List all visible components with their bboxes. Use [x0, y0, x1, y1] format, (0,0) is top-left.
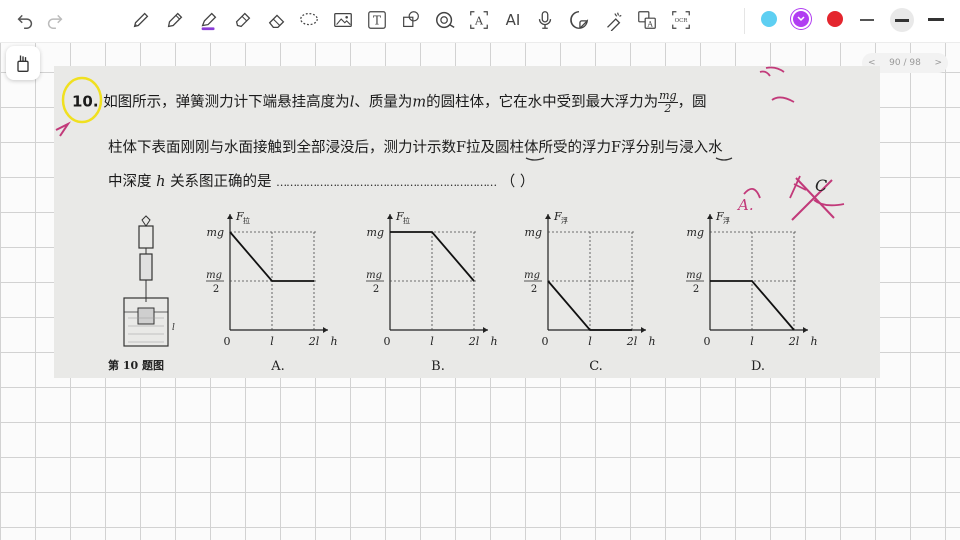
x-axis-arrow	[641, 327, 646, 333]
translate-icon[interactable]: A	[634, 7, 660, 33]
underline-f-fu	[715, 157, 733, 161]
svg-text:A: A	[474, 15, 484, 28]
color-cyan-swatch[interactable]	[761, 11, 777, 27]
option-label-d: D.	[751, 359, 765, 374]
x-axis-label: h	[330, 335, 337, 348]
y-axis-arrow	[387, 214, 393, 219]
shape-icon[interactable]	[398, 7, 424, 33]
toolbar: T A AI A OCR	[0, 0, 960, 43]
x-axis-arrow	[803, 327, 808, 333]
y-tick-half-num: mg	[366, 270, 382, 281]
thin-stroke-option[interactable]	[860, 19, 874, 21]
y-axis-label-sub: 拉	[243, 216, 250, 225]
svg-text:A: A	[647, 19, 654, 28]
ocr-icon[interactable]: OCR	[668, 7, 694, 33]
page-number: 90 / 98	[889, 58, 921, 68]
handwritten-answer: C	[815, 176, 827, 195]
highlighter-icon[interactable]	[196, 7, 222, 33]
x-tick-0: 0	[704, 335, 711, 348]
y-axis-arrow	[707, 214, 713, 219]
x-axis-label: h	[810, 335, 817, 348]
ai-icon[interactable]: AI	[500, 7, 526, 33]
eraser-icon[interactable]	[264, 7, 290, 33]
x-tick-0: 0	[384, 335, 391, 348]
underline-f-la	[525, 157, 545, 161]
x-tick-0: 0	[542, 335, 549, 348]
option-label-b: B.	[431, 359, 445, 374]
x-tick-2l: 2l	[308, 335, 320, 348]
option-label-c: C.	[589, 359, 603, 374]
x-tick-l: l	[430, 335, 434, 348]
tape-icon[interactable]	[432, 7, 458, 33]
y-tick-half-den: 2	[693, 284, 699, 295]
pen-holder-icon	[17, 55, 29, 72]
y-tick-mg: mg	[367, 226, 384, 239]
x-tick-2l: 2l	[468, 335, 480, 348]
laser-icon[interactable]	[600, 7, 626, 33]
x-tick-0: 0	[224, 335, 231, 348]
y-axis-arrow	[545, 214, 551, 219]
thick-stroke-option[interactable]	[928, 18, 944, 21]
y-tick-half-num: mg	[686, 270, 702, 281]
x-axis-label: h	[648, 335, 655, 348]
color-purple-swatch[interactable]	[793, 11, 809, 27]
toolbar-divider	[744, 8, 745, 34]
y-axis-label-sub: 浮	[723, 216, 730, 225]
worksheet-image[interactable]: 10. 如图所示，弹簧测力计下端悬挂高度为l、质量为m的圆柱体，它在水中受到最大…	[54, 66, 880, 378]
x-axis-arrow	[483, 327, 488, 333]
lasso-icon[interactable]	[296, 7, 322, 33]
x-tick-l: l	[270, 335, 274, 348]
highlight-circle	[61, 76, 103, 124]
x-tick-l: l	[750, 335, 754, 348]
chevron-down-icon	[797, 16, 805, 22]
x-tick-2l: 2l	[626, 335, 638, 348]
option-label-a: A.	[270, 359, 285, 374]
y-tick-half-den: 2	[213, 284, 219, 295]
color-red-swatch[interactable]	[827, 11, 843, 27]
y-tick-mg: mg	[687, 226, 704, 239]
y-tick-mg: mg	[525, 226, 542, 239]
pen-icon[interactable]	[128, 7, 154, 33]
answer-graphs: F 拉mgmg20 l 2l hA.F 拉mgmg20 l 2l hB.F 浮mgmg20 l 2l h…	[206, 210, 818, 374]
margin-mark	[55, 121, 71, 137]
redo-icon[interactable]	[42, 7, 68, 33]
y-tick-half-num: mg	[206, 270, 222, 281]
svg-text:T: T	[373, 14, 381, 28]
y-axis-arrow	[227, 214, 233, 219]
pencil-icon[interactable]	[162, 7, 188, 33]
x-axis-arrow	[323, 327, 328, 333]
x-axis-label: h	[490, 335, 497, 348]
y-tick-half-den: 2	[531, 284, 537, 295]
image-icon[interactable]	[330, 7, 356, 33]
text-recognize-icon[interactable]: A	[466, 7, 492, 33]
pen-holder-button[interactable]	[6, 46, 40, 80]
x-tick-l: l	[588, 335, 592, 348]
y-axis-label-sub: 拉	[403, 216, 410, 225]
marker-icon[interactable]	[230, 7, 256, 33]
undo-icon[interactable]	[12, 7, 38, 33]
y-tick-half-den: 2	[373, 284, 379, 295]
x-tick-2l: 2l	[788, 335, 800, 348]
y-tick-mg: mg	[207, 226, 224, 239]
sticker-icon[interactable]	[566, 7, 592, 33]
y-tick-half-num: mg	[524, 270, 540, 281]
next-page-button[interactable]: >	[934, 58, 942, 68]
y-axis-label-sub: 浮	[561, 216, 568, 225]
text-icon[interactable]: T	[364, 7, 390, 33]
svg-text:OCR: OCR	[675, 18, 689, 24]
medium-stroke-option[interactable]	[890, 8, 914, 32]
microphone-icon[interactable]	[532, 7, 558, 33]
